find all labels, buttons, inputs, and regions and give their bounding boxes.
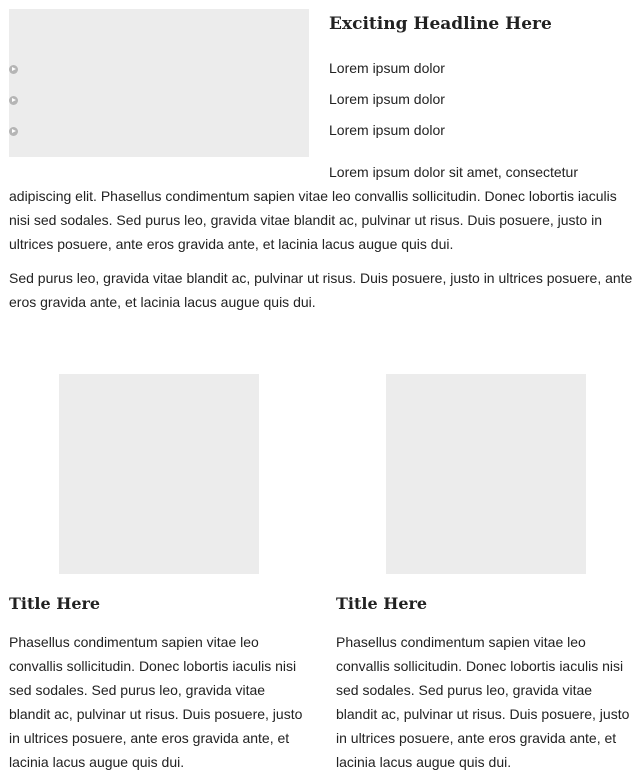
- bullet-item: Lorem ipsum dolor: [9, 115, 637, 146]
- column-image-placeholder: [59, 374, 259, 574]
- bullet-label: Lorem ipsum dolor: [329, 60, 445, 76]
- play-circle-icon: [9, 96, 18, 105]
- feature-column-left: Title Here Phasellus condimentum sapien …: [9, 374, 309, 774]
- second-paragraph: Sed purus leo, gravida vitae blandit ac,…: [9, 270, 633, 310]
- column-text: Phasellus condimentum sapien vitae leo c…: [9, 634, 303, 770]
- bullet-item: Lorem ipsum dolor: [9, 84, 637, 115]
- column-text: Phasellus condimentum sapien vitae leo c…: [336, 634, 630, 770]
- column-title: Title Here: [336, 594, 428, 613]
- column-title: Title Here: [9, 594, 101, 613]
- play-circle-icon: [9, 65, 18, 74]
- bullet-label: Lorem ipsum dolor: [329, 122, 445, 138]
- feature-column-right: Title Here Phasellus condimentum sapien …: [336, 374, 636, 774]
- play-circle-icon: [9, 127, 18, 136]
- feature-columns: Title Here Phasellus condimentum sapien …: [9, 374, 637, 774]
- intro-paragraph: Lorem ipsum dolor sit amet, consectetur …: [9, 164, 617, 252]
- bullet-label: Lorem ipsum dolor: [329, 91, 445, 107]
- bullet-item: Lorem ipsum dolor: [9, 53, 637, 84]
- column-image-placeholder: [386, 374, 586, 574]
- bullet-list: Lorem ipsum dolor Lorem ipsum dolor Lore…: [9, 53, 637, 146]
- intro-section: Exciting Headline Here Lorem ipsum dolor…: [9, 9, 637, 314]
